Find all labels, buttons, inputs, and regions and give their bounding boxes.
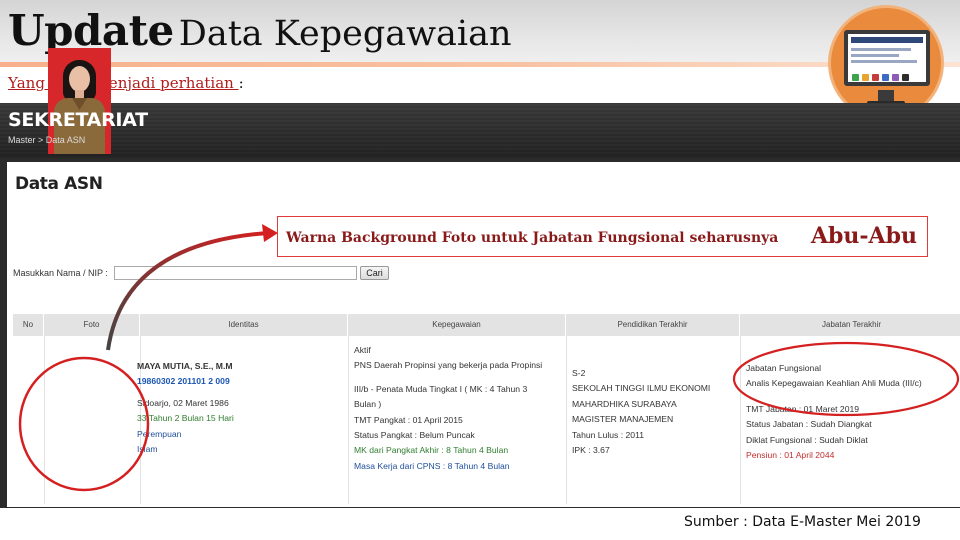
employee-nip: 19860302 201101 2 009 — [137, 376, 230, 387]
source-caption: Sumber : Data E-Master Mei 2019 — [684, 514, 921, 530]
jenjang: S-2 — [572, 368, 586, 378]
table-header: No Foto Identitas Kepegawaian Pendidikan… — [13, 314, 960, 336]
app-title: SEKRETARIAT — [8, 109, 148, 131]
annotation-highlight: Abu-Abu — [810, 223, 917, 249]
column-header-pendidikan[interactable]: Pendidikan Terakhir — [566, 314, 740, 336]
status-jabatan: Status Jabatan : Sudah Diangkat — [746, 419, 872, 430]
pendidikan-cell: S-2 SEKOLAH TINGGI ILMU EKONOMI MAHARDHI… — [572, 366, 710, 458]
search-label: Masukkan Nama / NIP : — [13, 268, 108, 278]
monitor-screen-line — [851, 54, 899, 57]
employee-name[interactable]: MAYA MUTIA, S.E., M.M — [137, 359, 234, 374]
breadcrumb[interactable]: Master > Data ASN — [8, 135, 85, 145]
annotation-callout: Warna Background Foto untuk Jabatan Fung… — [277, 216, 928, 257]
column-header-foto[interactable]: Foto — [44, 314, 140, 336]
pangkat-line-2: Bulan ) — [354, 399, 382, 410]
column-header-kepegawaian[interactable]: Kepegawaian — [348, 314, 566, 336]
subtitle-text: Yang perlu menjadi perhatian — [8, 74, 239, 92]
monitor-app-icon — [872, 74, 879, 81]
sekolah-line-2: MAHARDHIKA SURABAYA — [572, 398, 677, 409]
instansi: PNS Daerah Propinsi yang bekerja pada Pr… — [354, 360, 543, 371]
status-aktif: Aktif — [354, 345, 371, 355]
kepegawaian-cell: Aktif PNS Daerah Propinsi yang bekerja p… — [354, 343, 542, 474]
tanggal-pensiun: Pensiun : 01 April 2044 — [746, 450, 835, 461]
sekolah-line-1: SEKOLAH TINGGI ILMU EKONOMI — [572, 383, 711, 394]
tmt-jabatan: TMT Jabatan : 01 Maret 2019 — [746, 403, 860, 414]
column-divider — [566, 336, 567, 504]
photo-face — [69, 66, 90, 92]
page-title: Data ASN — [15, 174, 103, 194]
tahun-lulus: Tahun Lulus : 2011 — [572, 429, 644, 440]
annotation-note: Warna Background Foto untuk Jabatan Fung… — [286, 230, 779, 246]
jabatan-cell: Jabatan Fungsional Analis Kepegawaian Ke… — [746, 361, 922, 463]
monitor-app-icon — [882, 74, 889, 81]
search-button[interactable]: Cari — [360, 266, 389, 280]
jenis-jabatan: Jabatan Fungsional — [746, 363, 822, 373]
column-divider — [44, 336, 45, 504]
monitor-screen-line — [851, 60, 917, 63]
diklat-fungsional: Diklat Fungsional : Sudah Diklat — [746, 434, 868, 445]
employee-age: 33 Tahun 2 Bulan 15 Hari — [137, 413, 234, 424]
column-divider — [740, 336, 741, 504]
monitor-app-icon — [892, 74, 899, 81]
slide-subtitle: Yang perlu menjadi perhatian : — [8, 74, 244, 92]
nama-jabatan: Analis Kepegawaian Keahlian Ahli Muda (I… — [746, 378, 922, 389]
monitor-app-icon — [852, 74, 859, 81]
monitor-app-icon — [862, 74, 869, 81]
tmt-pangkat: TMT Pangkat : 01 April 2015 — [354, 414, 463, 425]
jurusan: MAGISTER MANAJEMEN — [572, 414, 674, 425]
monitor-screen — [844, 30, 930, 86]
column-header-identitas[interactable]: Identitas — [140, 314, 348, 336]
ipk: IPK : 3.67 — [572, 445, 610, 456]
monitor-screen-bar — [851, 37, 923, 43]
employee-birth: Sidoarjo, 02 Maret 1986 — [137, 397, 229, 408]
column-header-jabatan[interactable]: Jabatan Terakhir — [740, 314, 960, 336]
masa-kerja: Masa Kerja dari CPNS : 8 Tahun 4 Bulan — [354, 460, 510, 471]
monitor-app-icon — [902, 74, 909, 81]
app-header: SEKRETARIAT Master > Data ASN — [0, 103, 960, 158]
status-pangkat: Status Pangkat : Belum Puncak — [354, 430, 475, 441]
monitor-screen-line — [851, 48, 911, 51]
identitas-cell: MAYA MUTIA, S.E., M.M 19860302 201101 2 … — [137, 359, 234, 457]
pangkat-line-1: III/b - Penata Muda Tingkat I ( MK : 4 T… — [354, 383, 528, 394]
header-divider — [0, 62, 960, 67]
employee-religion: Islam — [137, 444, 158, 455]
subtitle-colon: : — [238, 74, 244, 92]
mk-pangkat: MK dari Pangkat Akhir : 8 Tahun 4 Bulan — [354, 445, 509, 456]
slide-title-rest: Data Kepegawaian — [178, 14, 512, 54]
employee-gender: Perempuan — [137, 428, 182, 439]
column-divider — [348, 336, 349, 504]
column-header-no[interactable]: No — [13, 314, 44, 336]
search-input[interactable] — [114, 266, 357, 280]
